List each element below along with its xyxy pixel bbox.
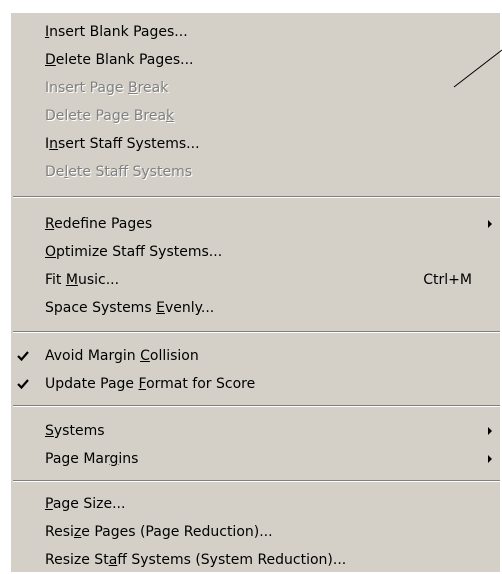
annotation-line [453, 49, 502, 88]
